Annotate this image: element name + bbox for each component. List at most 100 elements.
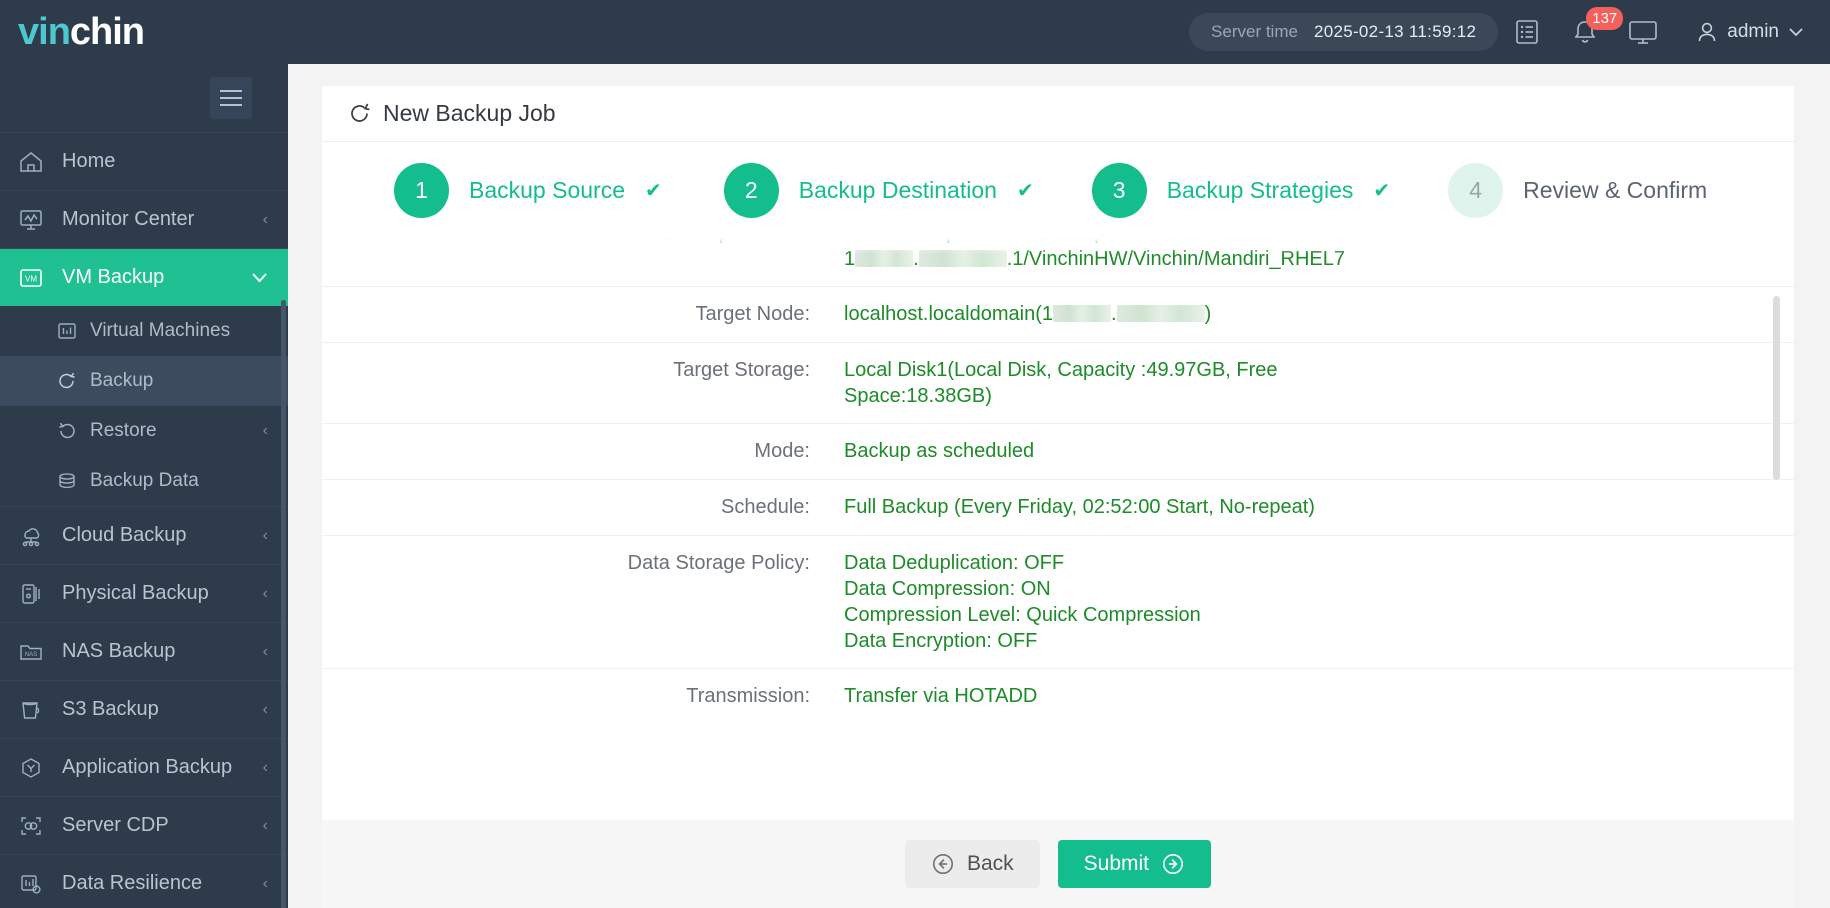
console-button[interactable] xyxy=(1614,0,1672,64)
review-row-value: Transfer via HOTADD xyxy=(844,669,1794,725)
home-icon xyxy=(18,150,58,174)
review-scrollbar-thumb[interactable] xyxy=(1773,296,1780,480)
sidebar-subitem-arrow: ‹ xyxy=(262,422,268,439)
sidebar-scrollbar[interactable] xyxy=(281,300,286,908)
submit-button[interactable]: Submit xyxy=(1057,840,1212,888)
arrow-circle-left-icon xyxy=(931,852,955,876)
review-value-line: Transfer via HOTADD xyxy=(844,685,1038,707)
svg-text:VM: VM xyxy=(25,274,37,283)
sidebar-item-arrow: ‹ xyxy=(262,210,268,228)
sidebar-item-s3-backup[interactable]: S3 Backup ‹ xyxy=(0,680,288,738)
review-row-value: localhost.localdomain(1.) xyxy=(844,287,1794,342)
sidebar-item-backup[interactable]: Backup xyxy=(0,356,288,406)
sidebar: Home Monitor Center ‹ VM VM Backup Virtu… xyxy=(0,64,288,908)
step-number: 4 xyxy=(1448,162,1504,218)
notifications-button[interactable]: 137 xyxy=(1556,0,1624,64)
review-scroll-area[interactable]: Backup Source : VMware vSphere VM Backup… xyxy=(322,238,1794,820)
sidebar-item-label: Data Resilience xyxy=(62,872,203,894)
review-row-label: Backup Source : xyxy=(322,238,844,286)
review-row-label: Target Node: xyxy=(695,303,810,325)
redacted-ip-block xyxy=(855,250,914,267)
sidebar-item-physical-backup[interactable]: Physical Backup ‹ xyxy=(0,564,288,622)
vm-icon: VM xyxy=(18,266,58,290)
data-resilience-icon xyxy=(18,872,58,896)
sidebar-item-label: S3 Backup xyxy=(62,698,159,720)
sidebar-subitem-label: Backup xyxy=(90,370,154,391)
user-name: admin xyxy=(1727,21,1779,42)
review-row-schedule: Schedule: Full Backup (Every Friday, 02:… xyxy=(322,480,1794,536)
sidebar-item-arrow: ‹ xyxy=(262,642,268,660)
server-time-label: Server time xyxy=(1211,22,1298,41)
step-backup-source[interactable]: 1 Backup Source ✔ xyxy=(394,162,662,218)
review-value-line-redacted: 1. .1/VinchinHW/Vinchin/Mandiri_RHEL7 xyxy=(844,248,1345,270)
physical-backup-icon xyxy=(18,582,58,606)
server-time-display: Server time 2025-02-13 11:59:12 xyxy=(1189,13,1499,51)
sidebar-item-restore[interactable]: Restore ‹ xyxy=(0,406,288,456)
refresh-icon xyxy=(348,102,371,125)
redacted-ip-block xyxy=(918,250,1007,267)
redacted-ip-block xyxy=(1116,305,1205,322)
step-number: 3 xyxy=(1091,162,1147,218)
review-value-line-redacted: localhost.localdomain(1.) xyxy=(844,303,1212,325)
review-row-label: Mode: xyxy=(754,440,810,462)
sidebar-item-arrow: ‹ xyxy=(262,526,268,544)
sidebar-item-home[interactable]: Home xyxy=(0,132,288,190)
sidebar-item-application-backup[interactable]: Application Backup ‹ xyxy=(0,738,288,796)
sidebar-item-cloud-backup[interactable]: Cloud Backup ‹ xyxy=(0,506,288,564)
step-review-confirm[interactable]: 4 Review & Confirm xyxy=(1448,162,1707,218)
step-label: Backup Source xyxy=(469,176,625,203)
review-row-backup-source: Backup Source : VMware vSphere VM Backup… xyxy=(322,238,1794,287)
tasks-button[interactable] xyxy=(1498,0,1556,64)
review-row-label: Schedule: xyxy=(721,496,810,518)
sidebar-item-data-resilience[interactable]: Data Resilience ‹ xyxy=(0,854,288,908)
app-logo[interactable]: vinchin xyxy=(0,13,290,51)
page-title: New Backup Job xyxy=(383,100,556,126)
sidebar-item-backup-data[interactable]: Backup Data xyxy=(0,456,288,506)
sidebar-item-label: Server CDP xyxy=(62,814,169,836)
sidebar-item-monitor-center[interactable]: Monitor Center ‹ xyxy=(0,190,288,248)
chevron-down-icon xyxy=(251,272,268,283)
restore-icon xyxy=(56,421,90,441)
step-number: 1 xyxy=(394,162,449,218)
review-value-line: Backup as scheduled xyxy=(844,440,1035,462)
sidebar-item-label: Monitor Center xyxy=(62,208,195,230)
wizard-stepper: 1 Backup Source ✔ 2 Backup Destination ✔… xyxy=(322,142,1794,238)
review-row-value: VMware vSphere VM Backup 1..1/VinchinHW/… xyxy=(844,238,1794,286)
list-icon xyxy=(1515,19,1539,45)
card-header: New Backup Job xyxy=(322,86,1794,142)
sidebar-item-vm-backup[interactable]: VM VM Backup xyxy=(0,248,288,306)
server-cdp-icon xyxy=(18,814,58,838)
sidebar-item-virtual-machines[interactable]: Virtual Machines xyxy=(0,306,288,356)
review-value-line: Full Backup (Every Friday, 02:52:00 Star… xyxy=(844,496,1315,518)
monitor-icon xyxy=(1628,19,1658,45)
sidebar-item-label: Cloud Backup xyxy=(62,524,187,546)
review-row-value: Data Deduplication: OFF Data Compression… xyxy=(844,536,1794,668)
sidebar-item-label: Physical Backup xyxy=(62,582,209,604)
step-backup-strategies[interactable]: 3 Backup Strategies ✔ xyxy=(1091,162,1391,218)
sidebar-toggle-row xyxy=(0,64,288,132)
back-button-label: Back xyxy=(966,852,1014,875)
check-icon: ✔ xyxy=(1373,179,1391,202)
sidebar-item-nas-backup[interactable]: NAS NAS Backup ‹ xyxy=(0,622,288,680)
review-value-line: Local Disk1(Local Disk, Capacity :49.97G… xyxy=(844,359,1278,407)
chevron-down-icon xyxy=(1788,27,1804,37)
review-row-value: Backup as scheduled xyxy=(844,424,1794,479)
review-row-label: Transmission: xyxy=(686,685,810,707)
step-backup-destination[interactable]: 2 Backup Destination ✔ xyxy=(723,162,1034,218)
hamburger-icon[interactable] xyxy=(210,77,252,119)
step-label: Backup Destination xyxy=(798,176,997,203)
submit-button-label: Submit xyxy=(1083,852,1150,875)
review-row-target-node: Target Node: localhost.localdomain(1.) xyxy=(322,287,1794,343)
sidebar-subitem-label: Virtual Machines xyxy=(90,320,231,341)
sidebar-item-label: VM Backup xyxy=(62,266,165,288)
sidebar-item-arrow: ‹ xyxy=(262,700,268,718)
review-value-line: Data Compression: ON xyxy=(844,578,1051,600)
review-row-target-storage: Target Storage: Local Disk1(Local Disk, … xyxy=(322,343,1794,424)
sidebar-item-arrow: ‹ xyxy=(262,874,268,892)
back-button[interactable]: Back xyxy=(904,840,1040,888)
sidebar-item-server-cdp[interactable]: Server CDP ‹ xyxy=(0,796,288,854)
review-row-data-storage-policy: Data Storage Policy: Data Deduplication:… xyxy=(322,536,1794,669)
review-value-line: Data Encryption: OFF xyxy=(844,630,1038,652)
user-menu[interactable]: admin xyxy=(1696,20,1804,44)
review-value-line: Data Deduplication: OFF xyxy=(844,552,1065,574)
